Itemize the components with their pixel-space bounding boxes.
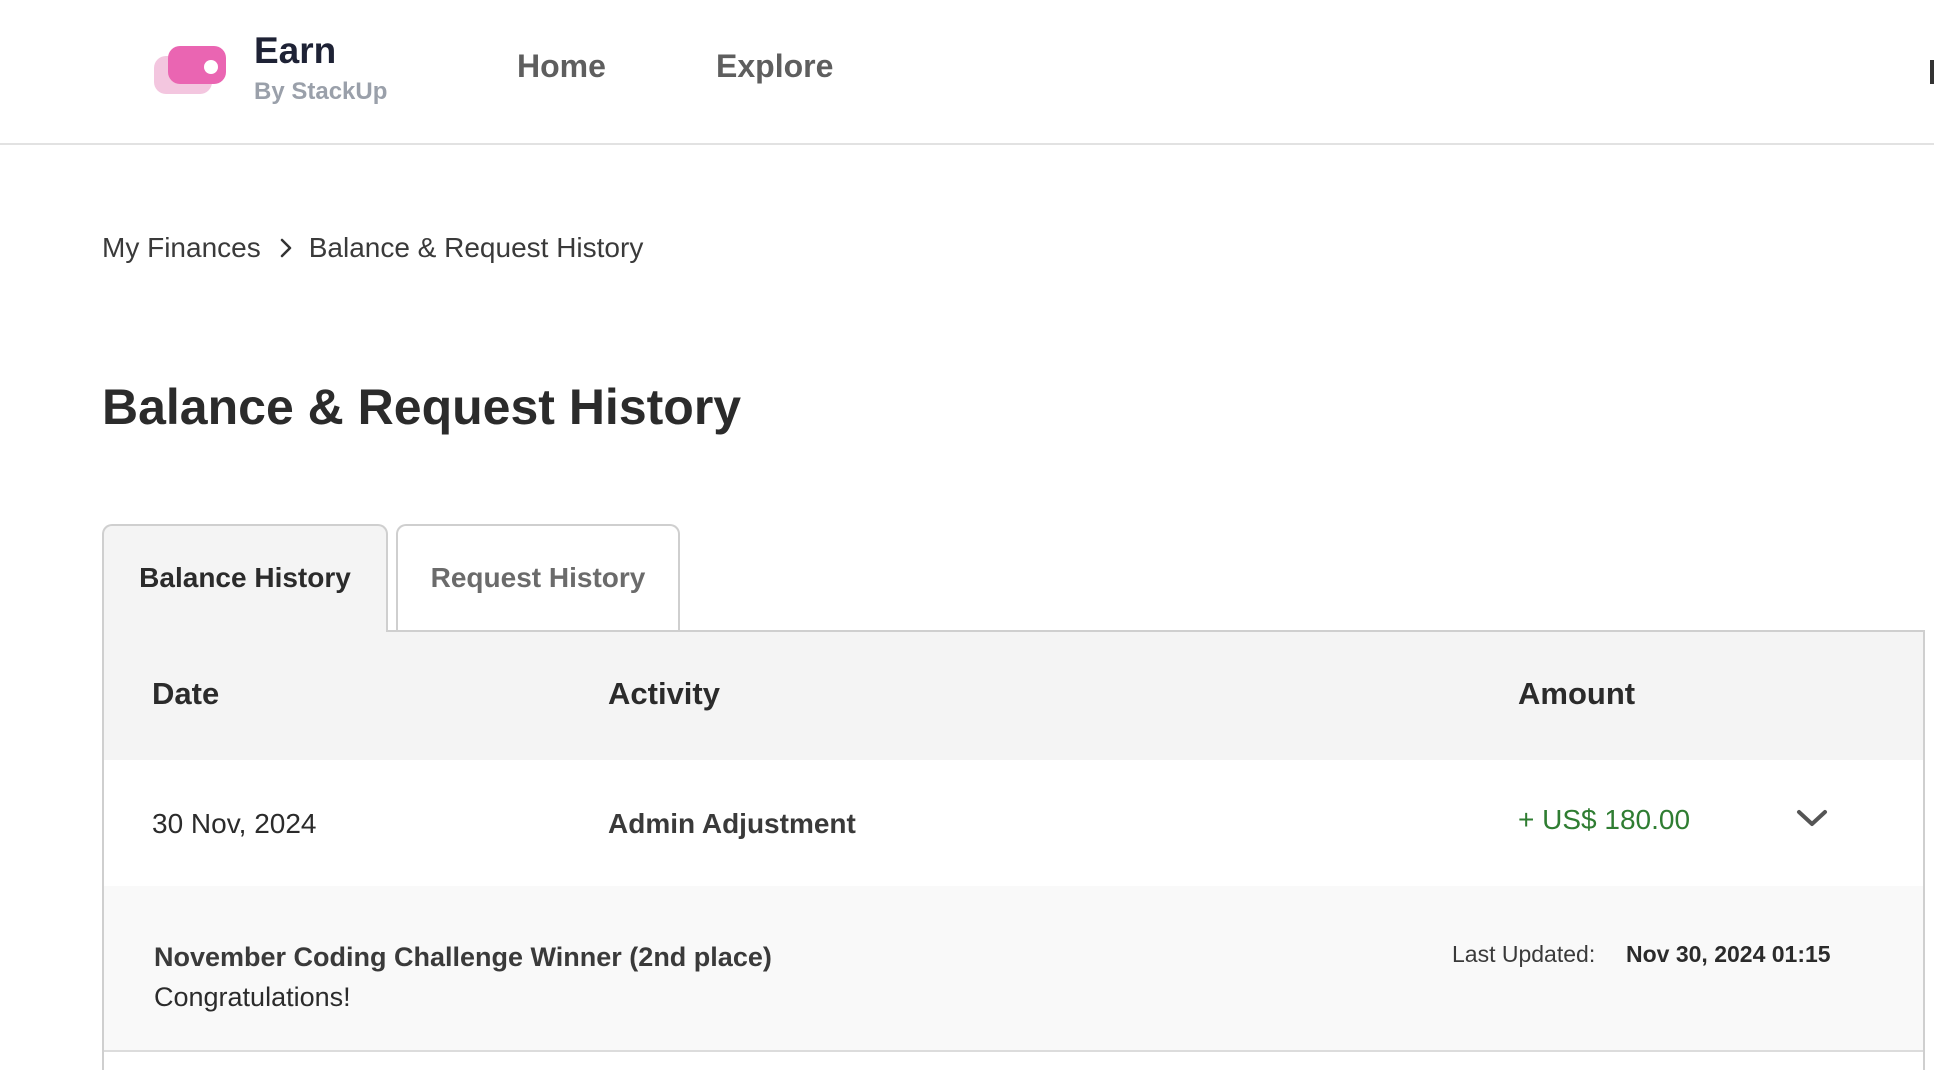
- column-header-date: Date: [152, 676, 220, 711]
- nav-explore-link[interactable]: Explore: [716, 48, 833, 85]
- logo-front-shape: [168, 46, 226, 84]
- detail-message: Congratulations!: [154, 982, 351, 1012]
- balance-history-panel: Date Activity Amount 30 Nov, 2024 Admin …: [102, 630, 1925, 1070]
- tab-request-history-label: Request History: [430, 562, 646, 593]
- breadcrumb: My Finances Balance & Request History: [102, 232, 643, 264]
- row-amount: + US$ 180.00: [1518, 804, 1691, 835]
- top-header: Earn By StackUp Home Explore: [0, 0, 1934, 145]
- breadcrumb-my-finances[interactable]: My Finances: [102, 232, 261, 264]
- row-activity: Admin Adjustment: [608, 808, 856, 839]
- table-header: Date Activity Amount: [104, 632, 1923, 760]
- edge-mark: [1930, 60, 1934, 84]
- column-header-activity: Activity: [608, 676, 720, 711]
- breadcrumb-current: Balance & Request History: [308, 232, 644, 263]
- tab-request-history[interactable]: Request History: [396, 524, 680, 632]
- tab-balance-history-label: Balance History: [139, 562, 351, 593]
- row-detail: November Coding Challenge Winner (2nd pl…: [104, 886, 1923, 1052]
- table-row[interactable]: 30 Nov, 2024 Admin Adjustment + US$ 180.…: [104, 760, 1923, 886]
- page-title: Balance & Request History: [102, 379, 742, 435]
- column-header-amount: Amount: [1518, 676, 1636, 711]
- chevron-down-icon[interactable]: [1794, 806, 1830, 832]
- last-updated-label: Last Updated:: [1452, 941, 1596, 967]
- earn-logo-icon[interactable]: [154, 44, 226, 96]
- chevron-right-icon: [280, 238, 291, 258]
- detail-title: November Coding Challenge Winner (2nd pl…: [154, 942, 772, 972]
- last-updated-value: Nov 30, 2024 01:15: [1626, 941, 1831, 967]
- nav-home-link[interactable]: Home: [517, 48, 606, 85]
- tab-balance-history[interactable]: Balance History: [102, 524, 388, 632]
- logo-dot: [204, 60, 218, 74]
- brand-subtitle: By StackUp: [254, 78, 388, 105]
- row-date: 30 Nov, 2024: [152, 808, 317, 839]
- brand-name[interactable]: Earn: [254, 30, 336, 72]
